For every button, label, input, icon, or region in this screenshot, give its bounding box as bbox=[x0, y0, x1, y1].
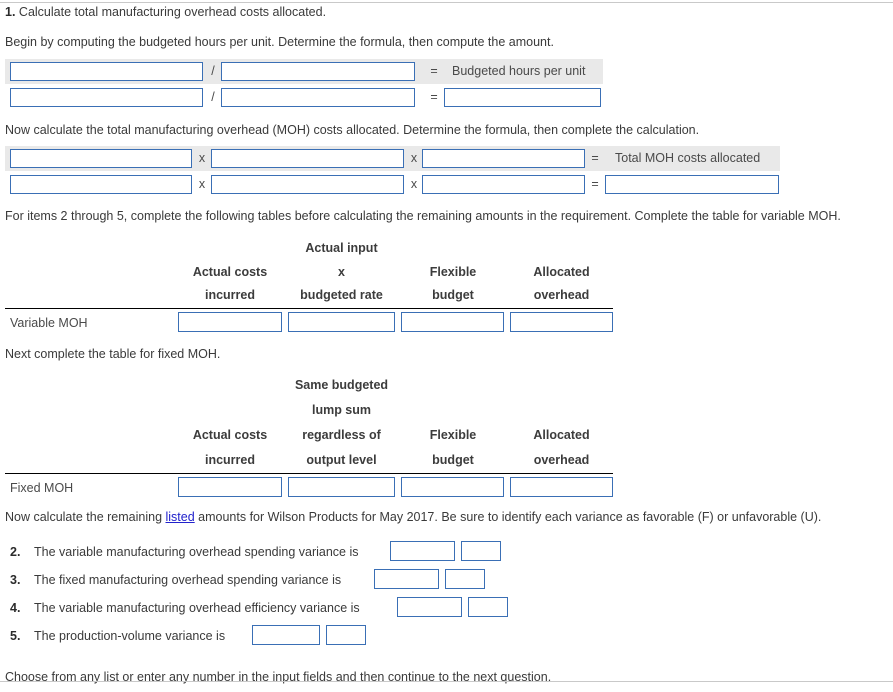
remaining-text-before: Now calculate the remaining bbox=[5, 510, 166, 524]
variance-item-4-label: The variable manufacturing overhead effi… bbox=[34, 601, 360, 615]
variance-item-4-number: 4. bbox=[10, 601, 21, 615]
variable-header-mid-col2: x bbox=[338, 265, 345, 279]
budgeted-hours-operator-2: / bbox=[211, 90, 215, 104]
remaining-amounts-instruction: Now calculate the remaining listed amoun… bbox=[5, 510, 821, 525]
total-moh-operator-2a: x bbox=[410, 151, 418, 165]
listed-link[interactable]: listed bbox=[166, 510, 195, 524]
begin-instruction: Begin by computing the budgeted hours pe… bbox=[5, 35, 554, 49]
fixed-moh-cell-allocated-overhead[interactable] bbox=[510, 477, 613, 497]
total-moh-operator-2b: x bbox=[410, 177, 418, 191]
variance-item-2-number: 2. bbox=[10, 545, 21, 559]
fixed-header-l2-col2: lump sum bbox=[311, 403, 372, 417]
fixed-header-l1-col2: Same budgeted bbox=[294, 378, 389, 392]
variance-item-3-label: The fixed manufacturing overhead spendin… bbox=[34, 573, 342, 587]
variable-header-mid-col1: Actual costs bbox=[192, 265, 268, 279]
variance-item-3-number: 3. bbox=[10, 573, 21, 587]
budgeted-hours-value-input-2[interactable] bbox=[221, 88, 415, 107]
fixed-moh-cell-actual-costs[interactable] bbox=[178, 477, 282, 497]
fixed-table-rule bbox=[5, 473, 613, 475]
total-moh-result-label: Total MOH costs allocated bbox=[615, 151, 761, 165]
variable-moh-row-label: Variable MOH bbox=[10, 316, 88, 330]
total-moh-operator-1b: x bbox=[198, 177, 206, 191]
total-moh-equals-2: = bbox=[591, 177, 599, 191]
budgeted-hours-equals-1: = bbox=[430, 64, 438, 78]
fixed-moh-row-label: Fixed MOH bbox=[10, 481, 74, 495]
fixed-header-l3-col1: Actual costs bbox=[192, 428, 268, 442]
variable-header-mid-col4: Allocated bbox=[533, 265, 590, 279]
variance-item-5-number: 5. bbox=[10, 629, 21, 643]
fixed-moh-cell-flexible-budget[interactable] bbox=[401, 477, 504, 497]
variable-header-top-col2: Actual input bbox=[305, 241, 378, 255]
total-moh-formula-input-3[interactable] bbox=[422, 149, 585, 168]
variable-header-mid-col3: Flexible bbox=[429, 265, 477, 279]
variance-item-5-amount-input[interactable] bbox=[252, 625, 320, 645]
fixed-header-l4-col4: overhead bbox=[533, 453, 590, 467]
top-divider bbox=[0, 2, 893, 3]
variable-header-bot-col4: overhead bbox=[533, 288, 590, 302]
variance-item-4-amount-input[interactable] bbox=[397, 597, 462, 617]
total-moh-value-input-3[interactable] bbox=[422, 175, 585, 194]
variable-header-bot-col1: incurred bbox=[204, 288, 255, 302]
variance-item-4-flag-input[interactable] bbox=[468, 597, 508, 617]
fixed-header-l4-col1: incurred bbox=[204, 453, 255, 467]
fixed-moh-instruction: Next complete the table for fixed MOH. bbox=[5, 347, 221, 361]
question-1-heading: 1. Calculate total manufacturing overhea… bbox=[5, 5, 326, 20]
variance-item-3-flag-input[interactable] bbox=[445, 569, 485, 589]
worksheet-page: 1. Calculate total manufacturing overhea… bbox=[0, 0, 893, 692]
fixed-header-l3-col2: regardless of bbox=[302, 428, 381, 442]
variable-table-rule bbox=[5, 308, 613, 310]
variable-header-bot-col2: budgeted rate bbox=[300, 288, 383, 302]
variance-item-2-label: The variable manufacturing overhead spen… bbox=[34, 545, 359, 559]
budgeted-hours-value-input-1[interactable] bbox=[10, 88, 203, 107]
budgeted-hours-operator-1: / bbox=[211, 64, 215, 78]
total-moh-result-input[interactable] bbox=[605, 175, 779, 194]
fixed-header-l3-col3: Flexible bbox=[429, 428, 477, 442]
budgeted-hours-formula-input-2[interactable] bbox=[221, 62, 415, 81]
budgeted-hours-result-label: Budgeted hours per unit bbox=[452, 64, 586, 78]
budgeted-hours-formula-input-1[interactable] bbox=[10, 62, 203, 81]
fixed-header-l4-col2: output level bbox=[306, 453, 377, 467]
variable-moh-cell-flexible-budget[interactable] bbox=[401, 312, 504, 332]
remaining-text-after: amounts for Wilson Products for May 2017… bbox=[194, 510, 822, 524]
total-moh-value-input-2[interactable] bbox=[211, 175, 404, 194]
budgeted-hours-equals-2: = bbox=[430, 90, 438, 104]
items-2-5-instruction: For items 2 through 5, complete the foll… bbox=[5, 209, 841, 223]
question-1-number: 1. bbox=[5, 5, 16, 19]
fixed-header-l3-col4: Allocated bbox=[533, 428, 590, 442]
variance-item-2-flag-input[interactable] bbox=[461, 541, 501, 561]
bottom-divider bbox=[0, 681, 893, 682]
budgeted-hours-result-input[interactable] bbox=[444, 88, 601, 107]
question-1-text: Calculate total manufacturing overhead c… bbox=[18, 5, 327, 19]
variable-moh-cell-allocated-overhead[interactable] bbox=[510, 312, 613, 332]
variance-item-3-amount-input[interactable] bbox=[374, 569, 439, 589]
variance-item-5-label: The production-volume variance is bbox=[34, 629, 226, 643]
total-moh-equals-1: = bbox=[591, 151, 599, 165]
fixed-header-l4-col3: budget bbox=[432, 453, 474, 467]
variance-item-5-flag-input[interactable] bbox=[326, 625, 366, 645]
fixed-moh-cell-lump-sum[interactable] bbox=[288, 477, 395, 497]
total-moh-operator-1a: x bbox=[198, 151, 206, 165]
variable-moh-cell-budgeted-rate[interactable] bbox=[288, 312, 395, 332]
total-moh-formula-input-1[interactable] bbox=[10, 149, 192, 168]
variable-header-bot-col3: budget bbox=[432, 288, 474, 302]
footer-instruction: Choose from any list or enter any number… bbox=[5, 670, 552, 684]
variance-item-2-amount-input[interactable] bbox=[390, 541, 455, 561]
total-moh-value-input-1[interactable] bbox=[10, 175, 192, 194]
total-moh-instruction: Now calculate the total manufacturing ov… bbox=[5, 123, 700, 137]
total-moh-formula-input-2[interactable] bbox=[211, 149, 404, 168]
variable-moh-cell-actual-costs[interactable] bbox=[178, 312, 282, 332]
